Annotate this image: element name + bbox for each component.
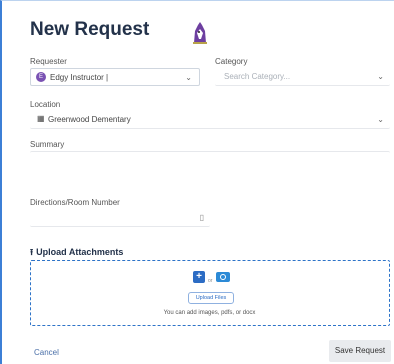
category-label: Category [215, 57, 248, 66]
summary-textarea[interactable] [30, 151, 390, 189]
chevron-down-icon[interactable]: ⌄ [377, 115, 384, 124]
camera-icon[interactable] [216, 272, 230, 282]
chevron-down-icon[interactable]: ⌄ [185, 73, 192, 82]
page-title: New Request [30, 19, 150, 40]
upload-dropzone[interactable]: + or Upload Files You can add images, pd… [30, 260, 390, 326]
plus-icon[interactable]: + [193, 271, 205, 283]
upload-title-text: Upload Attachments [36, 247, 124, 257]
upload-hint: You can add images, pdfs, or docx [163, 310, 256, 316]
upload-arrow-icon: ⭱ [30, 247, 34, 257]
requester-label: Requester [30, 57, 67, 66]
directions-input[interactable]: ▯ [30, 209, 210, 227]
save-request-button[interactable]: Save Request [329, 340, 391, 362]
building-icon: ▦ [37, 114, 45, 123]
avatar: E [36, 72, 46, 82]
category-search[interactable]: Search Category... ⌄ [215, 68, 390, 86]
requester-select[interactable]: E Edgy Instructor | ⌄ [30, 68, 200, 86]
chevron-down-icon[interactable]: ⌄ [377, 72, 384, 81]
mascot-logo-icon [193, 22, 207, 44]
directions-label: Directions/Room Number [30, 198, 120, 207]
upload-files-button[interactable]: Upload Files [188, 292, 234, 304]
location-label: Location [30, 100, 61, 109]
upload-section-title: ⭱ Upload Attachments [30, 245, 123, 261]
summary-label: Summary [30, 140, 65, 149]
location-value: Greenwood Dementary [48, 115, 131, 124]
dialog-frame: New Request Requester Category E Edgy In… [0, 0, 394, 364]
or-text: or [208, 278, 213, 284]
cancel-button[interactable]: Cancel [34, 348, 59, 357]
requester-value: Edgy Instructor | [50, 73, 109, 82]
location-select[interactable]: ▦ Greenwood Dementary ⌄ [30, 111, 390, 129]
category-placeholder: Search Category... [224, 72, 291, 81]
door-icon: ▯ [199, 213, 204, 222]
